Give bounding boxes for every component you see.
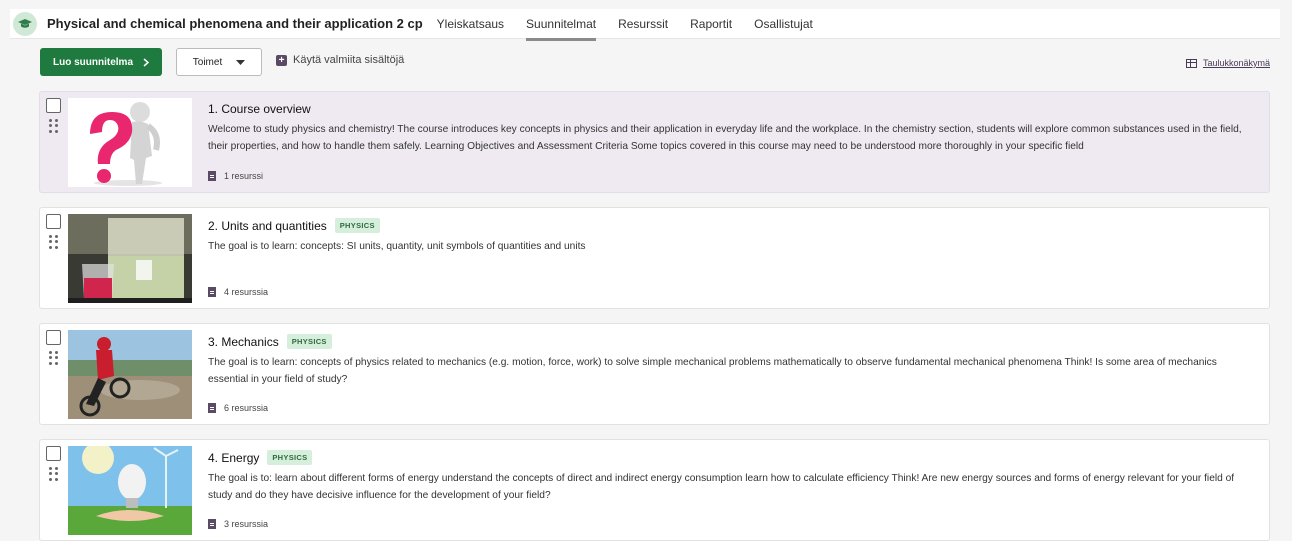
plus-square-icon: + xyxy=(276,54,287,66)
plan-card[interactable]: 2. Units and quantities PHYSICS The goal… xyxy=(39,207,1270,309)
plan-description: The goal is to learn: concepts: SI units… xyxy=(208,241,586,252)
document-icon xyxy=(208,171,216,181)
document-icon xyxy=(208,287,216,297)
plan-thumbnail xyxy=(68,330,192,419)
plan-title[interactable]: 3. Mechanics xyxy=(208,335,279,349)
plan-content: 2. Units and quantities PHYSICS The goal… xyxy=(208,218,1249,255)
plan-title[interactable]: 2. Units and quantities xyxy=(208,219,327,233)
select-checkbox[interactable] xyxy=(46,214,61,229)
select-checkbox[interactable] xyxy=(46,98,61,113)
resource-count: 6 resurssia xyxy=(208,403,268,413)
plan-title[interactable]: 1. Course overview xyxy=(208,102,311,116)
plan-content: 3. Mechanics PHYSICS The goal is to lear… xyxy=(208,334,1249,388)
plan-content: 1. Course overview Welcome to study phys… xyxy=(208,102,1249,155)
resource-count-label: 3 resurssia xyxy=(224,519,269,529)
plan-thumbnail xyxy=(68,214,192,303)
tab-plans[interactable]: Suunnitelmat xyxy=(526,9,597,41)
use-ready-content-label: Käytä valmiita sisältöjä xyxy=(293,54,405,66)
actions-label: Toimet xyxy=(192,56,223,68)
create-plan-label: Luo suunnitelma xyxy=(53,56,133,68)
subject-badge: PHYSICS xyxy=(286,334,332,349)
select-checkbox[interactable] xyxy=(46,330,61,345)
create-plan-button[interactable]: Luo suunnitelma xyxy=(40,48,162,76)
chevron-right-icon xyxy=(143,57,149,67)
drag-handle-icon[interactable] xyxy=(49,119,59,133)
resource-count: 1 resurssi xyxy=(208,171,263,181)
caret-down-icon xyxy=(236,59,246,65)
tab-resources[interactable]: Resurssit xyxy=(618,9,668,39)
plan-card[interactable]: 3. Mechanics PHYSICS The goal is to lear… xyxy=(39,323,1270,425)
plan-thumbnail xyxy=(68,446,192,535)
resource-count: 4 resurssia xyxy=(208,287,268,297)
drag-handle-icon[interactable] xyxy=(49,235,59,249)
document-icon xyxy=(208,519,216,529)
plan-description: The goal is to learn: concepts of physic… xyxy=(208,357,1217,385)
select-checkbox[interactable] xyxy=(46,446,61,461)
graduation-cap-icon xyxy=(13,11,37,36)
drag-handle-icon[interactable] xyxy=(49,351,59,365)
plan-card[interactable]: 4. Energy PHYSICS The goal is to: learn … xyxy=(39,439,1270,541)
plan-content: 4. Energy PHYSICS The goal is to: learn … xyxy=(208,450,1249,504)
plans-toolbar: Luo suunnitelma Toimet + Käytä valmiita … xyxy=(40,48,1272,76)
actions-dropdown[interactable]: Toimet xyxy=(176,48,262,76)
course-title: Physical and chemical phenomena and thei… xyxy=(47,16,423,31)
plan-description: Welcome to study physics and chemistry! … xyxy=(208,124,1242,152)
subject-badge: PHYSICS xyxy=(267,450,313,465)
resource-count-label: 4 resurssia xyxy=(224,287,269,297)
resource-count-label: 1 resurssi xyxy=(224,171,264,181)
plan-thumbnail xyxy=(68,98,192,187)
plan-description: The goal is to: learn about different fo… xyxy=(208,473,1235,501)
table-view-link[interactable]: Taulukkonäkymä xyxy=(1185,58,1270,68)
resource-count: 3 resurssia xyxy=(208,519,268,529)
use-ready-content-link[interactable]: + Käytä valmiita sisältöjä xyxy=(276,54,404,66)
drag-handle-icon[interactable] xyxy=(49,467,59,481)
tab-reports[interactable]: Raportit xyxy=(690,9,732,39)
subject-badge: PHYSICS xyxy=(334,218,380,233)
plan-title[interactable]: 4. Energy xyxy=(208,451,259,465)
tab-overview[interactable]: Yleiskatsaus xyxy=(437,9,504,39)
document-icon xyxy=(208,403,216,413)
resource-count-label: 6 resurssia xyxy=(224,403,269,413)
plan-card[interactable]: 1. Course overview Welcome to study phys… xyxy=(39,91,1270,193)
top-navigation-bar: Physical and chemical phenomena and thei… xyxy=(10,9,1280,41)
table-icon xyxy=(1185,58,1197,68)
table-view-label: Taulukkonäkymä xyxy=(1202,58,1270,68)
tab-participants[interactable]: Osallistujat xyxy=(754,9,813,39)
